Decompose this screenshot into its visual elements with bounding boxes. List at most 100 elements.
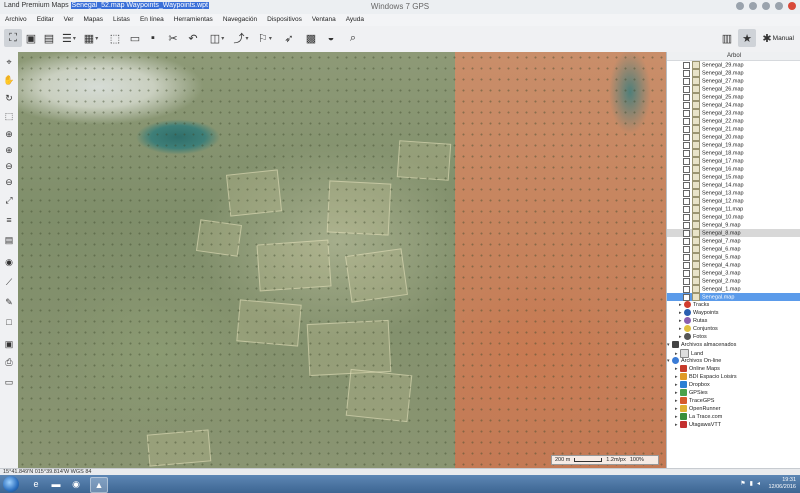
tree-item-map[interactable]: Senegal_26.map [667, 85, 800, 93]
cursor-icon[interactable]: ⛶ [4, 29, 22, 47]
map-checkbox[interactable] [683, 229, 690, 237]
menu-editar[interactable]: Editar [32, 14, 59, 26]
map-checkbox[interactable] [683, 221, 690, 229]
ruler-icon[interactable]: ⟋ [3, 276, 15, 288]
folder-icon[interactable]: ▭ [128, 31, 142, 45]
undo-icon[interactable]: ↶ [186, 31, 200, 45]
menu-listas[interactable]: Listas [108, 14, 135, 26]
map-checkbox[interactable] [683, 213, 690, 221]
rotate-icon[interactable]: ↻ [3, 92, 15, 104]
tree-item-map[interactable]: Senegal_18.map [667, 149, 800, 157]
clipboard-icon[interactable]: ▤ [42, 31, 56, 45]
map-checkbox[interactable] [683, 93, 690, 101]
list-icon[interactable]: ☰ [62, 31, 76, 45]
tree-item-layer[interactable]: ▸ Rutas [667, 317, 800, 325]
tree-item-map[interactable]: Senegal_20.map [667, 133, 800, 141]
frame-icon[interactable]: ⬚ [108, 31, 122, 45]
tree-item-online-service[interactable]: ▸ TraceGPS [667, 397, 800, 405]
clock[interactable]: 19:31 12/06/2016 [768, 477, 796, 491]
printer-icon[interactable]: ⎙ [3, 356, 15, 368]
tree-item-map[interactable]: Senegal_8.map [667, 229, 800, 237]
pointer-icon[interactable]: ⌖ [3, 56, 15, 68]
map-checkbox[interactable] [683, 117, 690, 125]
tree-item-map[interactable]: Senegal_9.map [667, 221, 800, 229]
tree-item-land[interactable]: ▸ Land [667, 349, 800, 358]
menu-ventana[interactable]: Ventana [307, 14, 341, 26]
navigate-icon[interactable]: ➶ [282, 31, 296, 45]
map-checkbox[interactable] [683, 285, 690, 293]
map-checkbox[interactable] [683, 237, 690, 245]
tree-item-map[interactable]: Senegal_27.map [667, 77, 800, 85]
menu-navegacion[interactable]: Navegación [218, 14, 262, 26]
tree-item-map[interactable]: Senegal_28.map [667, 69, 800, 77]
tree-item-map[interactable]: Senegal_15.map [667, 173, 800, 181]
tree-item-map[interactable]: Senegal_14.map [667, 181, 800, 189]
map-checkbox[interactable] [683, 85, 690, 93]
tree-item-layer[interactable]: ▸ Tracks [667, 301, 800, 309]
tree-item-map[interactable]: Senegal_29.map [667, 61, 800, 69]
tree-item-map[interactable]: Senegal_10.map [667, 213, 800, 221]
tree-item-map[interactable]: Senegal_22.map [667, 117, 800, 125]
image-icon[interactable]: ▣ [24, 31, 38, 45]
tree-item-map[interactable]: Senegal_17.map [667, 157, 800, 165]
tree-item-online-service[interactable]: ▸ UtagawaVTT [667, 421, 800, 429]
clipboard-icon[interactable]: ▤ [3, 234, 15, 246]
map-icon[interactable]: ◫ [210, 31, 224, 45]
map-checkbox[interactable] [683, 261, 690, 269]
map-checkbox[interactable] [683, 133, 690, 141]
zoom-out-icon[interactable]: ⊖ [3, 160, 15, 172]
tree-item-map[interactable]: Senegal_6.map [667, 245, 800, 253]
start-button[interactable] [3, 476, 19, 492]
folder-icon[interactable]: ▬ [48, 477, 64, 491]
volume-icon[interactable]: ◂ [757, 480, 760, 487]
route-icon[interactable]: ⤴ [234, 31, 248, 45]
pencil-icon[interactable]: ✎ [3, 296, 15, 308]
map-checkbox[interactable] [683, 197, 690, 205]
menu-ayuda[interactable]: Ayuda [341, 14, 369, 26]
map-checkbox[interactable] [683, 125, 690, 133]
save-icon[interactable]: ▪ [146, 31, 160, 45]
tree-item-layer[interactable]: ▸ Conjuntos [667, 325, 800, 333]
search-icon[interactable]: ⌕ [346, 31, 360, 45]
lock-icon[interactable]: ▥ [720, 31, 734, 45]
zoom-in-icon[interactable]: ⊕ [3, 128, 15, 140]
tree-item-stored-files[interactable]: ▾ Archivos almacenados [667, 341, 800, 349]
map-checkbox[interactable] [683, 69, 690, 77]
tree-item-online-service[interactable]: ▸ GPSies [667, 389, 800, 397]
tree-item-map[interactable]: Senegal_11.map [667, 205, 800, 213]
map-checkbox[interactable] [683, 157, 690, 165]
tools-icon[interactable]: ✂ [166, 31, 180, 45]
tree-item-map[interactable]: Senegal_24.map [667, 101, 800, 109]
ie-icon[interactable]: e [28, 477, 44, 491]
tree-item-layer[interactable]: ▸ Waypoints [667, 309, 800, 317]
zoom-out-alt-icon[interactable]: ⊖ [3, 176, 15, 188]
map-checkbox[interactable] [683, 141, 690, 149]
menu-icon[interactable] [775, 2, 783, 10]
tree-item-map[interactable]: Senegal_5.map [667, 253, 800, 261]
map-checkbox[interactable] [683, 165, 690, 173]
tree-item-map[interactable]: Senegal_25.map [667, 93, 800, 101]
map-checkbox[interactable] [683, 61, 690, 69]
tree-item-map[interactable]: Senegal_7.map [667, 237, 800, 245]
camera-icon[interactable]: ▣ [3, 338, 15, 350]
network-icon[interactable]: ▮ [750, 480, 753, 487]
minimize-icon[interactable] [736, 2, 744, 10]
tree-item-layer[interactable]: ▸ Fotos [667, 333, 800, 341]
map-checkbox[interactable] [683, 293, 690, 301]
chrome-icon[interactable]: ◉ [68, 477, 84, 491]
map-checkbox[interactable] [683, 189, 690, 197]
tree-item-online-files[interactable]: ▾ Archivos On-line [667, 357, 800, 365]
map-checkbox[interactable] [683, 277, 690, 285]
tree-item-online-service[interactable]: ▸ Dropbox [667, 381, 800, 389]
menu-en-linea[interactable]: En línea [135, 14, 169, 26]
tree-item-online-service[interactable]: ▸ BDI Espacio Loisirs [667, 373, 800, 381]
tree-item-map[interactable]: Senegal_13.map [667, 189, 800, 197]
tree-item-map[interactable]: Senegal_2.map [667, 277, 800, 285]
map-checkbox[interactable] [683, 101, 690, 109]
tree-item-online-service[interactable]: ▸ La Trace.com [667, 413, 800, 421]
map-checkbox[interactable] [683, 149, 690, 157]
fullscreen-icon[interactable] [762, 2, 770, 10]
flag-icon[interactable]: ⚑ [740, 480, 745, 487]
menu-dispositivos[interactable]: Dispositivos [262, 14, 307, 26]
gps-icon[interactable]: ◉ [3, 256, 15, 268]
